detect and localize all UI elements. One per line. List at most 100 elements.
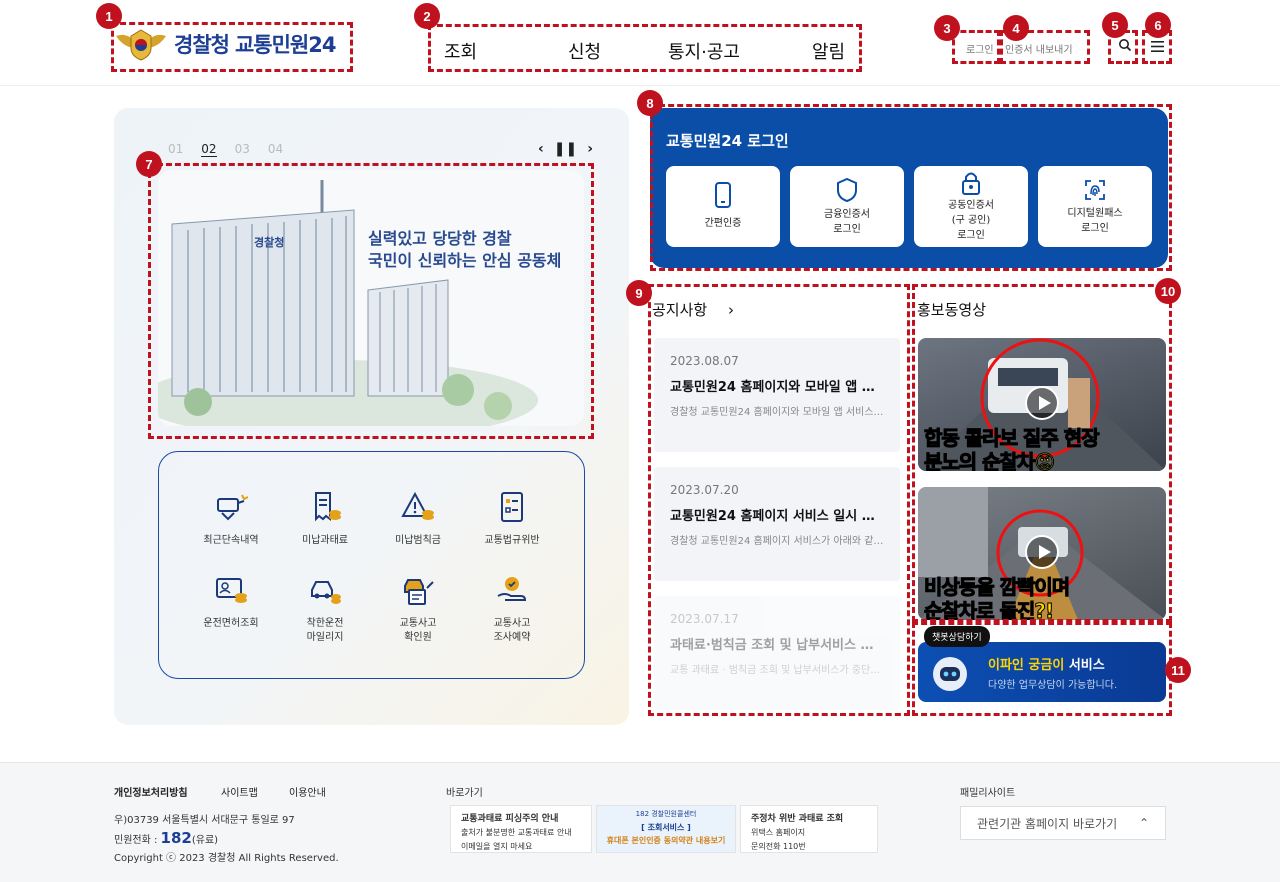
chevron-up-icon: ⌃ <box>1138 816 1149 830</box>
banner-slogan-line1: 실력있고 당당한 경찰 <box>368 229 512 248</box>
notice-item[interactable]: 2023.08.07 교통민원24 홈페이지와 모바일 앱 개편 안내 경찰청 … <box>654 338 900 452</box>
quick-label: 미납범칙금 <box>395 535 441 546</box>
annotation-marker: 10 <box>1155 278 1181 304</box>
notice-desc: 경찰청 교통민원24 홈페이지 서비스가 아래와 같이 중단됩니다 <box>670 536 884 547</box>
shield-icon <box>837 177 857 202</box>
robot-icon <box>933 657 967 691</box>
camera-enforcement-icon <box>217 494 249 521</box>
footer-phone-suffix: (유료) <box>191 835 219 846</box>
lock-icon <box>962 172 980 195</box>
shortcut-line: 위택스 홈페이지 <box>751 828 806 837</box>
hamburger-icon <box>1151 41 1164 52</box>
family-site-value: 관련기관 홈페이지 바로가기 <box>977 816 1118 831</box>
login-label: 공동인증서 (구 공인) 로그인 <box>948 200 994 241</box>
license-card-icon <box>216 578 247 603</box>
chatbot-banner[interactable]: 이파인 궁금이 서비스 다양한 업무상담이 가능합니다. <box>918 642 1166 702</box>
banner-slogan: 실력있고 당당한 경찰 국민이 신뢰하는 안심 공동체 <box>368 228 561 272</box>
search-button[interactable] <box>1118 38 1132 56</box>
slide-controls: ‹ ❚❚ › <box>538 141 593 157</box>
login-box: 교통민원24 로그인 간편인증 금융인증서 로그인 공동인증서 (구 공인) 로… <box>650 108 1168 268</box>
shortcut-phishing-notice[interactable]: 교통과태료 피싱주의 안내 출처가 불분명한 교통과태료 안내 이메일을 열지 … <box>450 805 592 853</box>
footer-privacy-link[interactable]: 개인정보처리방침 <box>114 784 188 799</box>
shortcut-parking-fine[interactable]: 주정차 위반 과태료 조회 위택스 홈페이지 문의전화 110번 <box>740 805 878 853</box>
notice-desc: 교통 과태료 · 범칙금 조회 및 납부서비스가 중단됩니다 <box>670 665 884 676</box>
footer-phone: 민원전화 : 182(유료) <box>114 829 218 847</box>
quick-accident-reservation[interactable]: 교통사고 조사예약 <box>467 574 557 645</box>
footer-phone-label: 민원전화 : <box>114 835 161 846</box>
quick-label: 착한운전 마일리지 <box>306 618 344 643</box>
video-caption: 분노의 순찰차😡 <box>923 450 1055 472</box>
chevron-left-icon[interactable]: ‹ <box>538 141 544 157</box>
chevron-right-icon[interactable]: › <box>587 141 593 157</box>
nav-alerts[interactable]: 알림 <box>812 38 845 64</box>
login-joint-cert[interactable]: 공동인증서 (구 공인) 로그인 <box>914 166 1028 247</box>
video-item[interactable]: 비상등을 깜빡이며 순찰차로 돌진?! <box>918 487 1166 620</box>
pause-icon[interactable]: ❚❚ <box>554 141 577 157</box>
footer-sitemap-link[interactable]: 사이트맵 <box>221 784 258 799</box>
notice-title[interactable]: 공지사항 › <box>652 299 734 320</box>
login-digital-onepass[interactable]: 디지털원패스 로그인 <box>1038 166 1152 247</box>
family-site-select[interactable]: 관련기관 홈페이지 바로가기 ⌃ <box>960 806 1166 840</box>
notice-item[interactable]: 2023.07.20 교통민원24 홈페이지 서비스 일시 중단 안내 경찰청 … <box>654 467 900 581</box>
shortcut-line: 주정차 위반 과태료 조회 <box>751 814 844 824</box>
video-caption: 순찰차로 돌진?! <box>923 599 1054 621</box>
annotation-marker: 2 <box>414 3 440 29</box>
annotation-marker: 3 <box>934 15 960 41</box>
quick-accident-certificate[interactable]: 교통사고 확인원 <box>373 574 463 645</box>
notice-item[interactable]: 2023.07.17 과태료·범칙금 조회 및 납부서비스 일시 중단 교통 과… <box>654 596 900 710</box>
quick-license-inquiry[interactable]: 운전면허조회 <box>186 574 276 631</box>
footer-guide-link[interactable]: 이용안내 <box>289 784 326 799</box>
shortcut-line: [ 조회서비스 ] <box>641 823 691 832</box>
shortcut-line: 출처가 불분명한 교통과태료 안내 <box>461 828 572 837</box>
fingerprint-icon <box>1085 179 1105 200</box>
shortcut-line: 182 경찰민원콜센터 <box>635 810 697 818</box>
global-nav: 조회 신청 통지·공고 알림 <box>444 38 845 64</box>
notice-date: 2023.07.17 <box>670 612 739 626</box>
quick-good-driving-mileage[interactable]: 착한운전 마일리지 <box>280 574 370 645</box>
chatbot-title-highlight: 이파인 궁금이 <box>988 658 1065 673</box>
menu-button[interactable] <box>1151 40 1164 56</box>
login-link[interactable]: 로그인 <box>966 41 994 56</box>
quick-label: 교통사고 조사예약 <box>493 618 531 643</box>
footer-shortcut-title: 바로가기 <box>446 788 483 799</box>
slide-indicator-1[interactable]: 01 <box>168 142 183 157</box>
main-banner[interactable]: 경찰청 실력있고 당당한 경찰 국민이 신뢰하는 안심 공동체 <box>158 170 584 426</box>
footer-family-title: 패밀리사이트 <box>960 788 1016 799</box>
hand-reservation-icon <box>497 577 527 601</box>
shortcut-line: 교통과태료 피싱주의 안내 <box>461 814 559 824</box>
slide-indicator-3[interactable]: 03 <box>235 142 250 157</box>
receipt-coins-icon <box>315 492 341 522</box>
chatbot-desc: 다양한 업무상담이 가능합니다. <box>988 680 1118 691</box>
site-logo[interactable]: 경찰청 교통민원24 <box>114 26 337 62</box>
police-hq-illustration <box>158 170 584 426</box>
nav-notices[interactable]: 통지·공고 <box>668 38 812 64</box>
nav-apply[interactable]: 신청 <box>568 38 668 64</box>
slide-indicator: 01 02 03 04 <box>168 142 283 157</box>
quick-label: 최근단속내역 <box>203 535 259 546</box>
cert-export-link[interactable]: 인증서 내보내기 <box>1005 41 1073 56</box>
quick-recent-enforcement[interactable]: 최근단속내역 <box>186 491 276 548</box>
login-financial-cert[interactable]: 금융인증서 로그인 <box>790 166 904 247</box>
notice-title-text: 공지사항 <box>652 301 708 319</box>
quick-label: 운전면허조회 <box>203 618 259 629</box>
annotation-marker: 11 <box>1165 657 1191 683</box>
footer-phone-number: 182 <box>160 829 192 847</box>
slide-indicator-4[interactable]: 04 <box>268 142 283 157</box>
logo-service: 교통민원24 <box>234 33 337 57</box>
shortcut-callcenter[interactable]: 182 경찰민원콜센터 [ 조회서비스 ] 휴대폰 본인인증 동의약관 내용보기 <box>596 805 736 853</box>
slide-indicator-2[interactable]: 02 <box>201 142 217 157</box>
footer-address: 우)03739 서울특별시 서대문구 통일로 97 <box>114 815 295 826</box>
login-label: 디지털원패스 로그인 <box>1067 207 1123 234</box>
login-simple-auth[interactable]: 간편인증 <box>666 166 780 247</box>
annotation-marker: 1 <box>96 3 122 29</box>
nav-inquiry[interactable]: 조회 <box>444 38 568 64</box>
shortcut-line: 이메일을 열지 마세요 <box>461 842 533 851</box>
quick-traffic-violation[interactable]: 교통법규위반 <box>467 491 557 548</box>
quick-unpaid-fine[interactable]: 미납과태료 <box>280 491 370 548</box>
site-header: 경찰청 교통민원24 조회 신청 통지·공고 알림 로그인 인증서 내보내기 <box>0 0 1280 86</box>
video-item[interactable]: 합동 콜라보 질주 현장 분노의 순찰차😡 <box>918 338 1166 471</box>
video-title: 홍보동영상 <box>917 301 987 319</box>
quick-unpaid-penalty[interactable]: 미납범칙금 <box>373 491 463 548</box>
logo-org: 경찰청 <box>174 33 230 57</box>
police-emblem-icon <box>116 29 166 61</box>
